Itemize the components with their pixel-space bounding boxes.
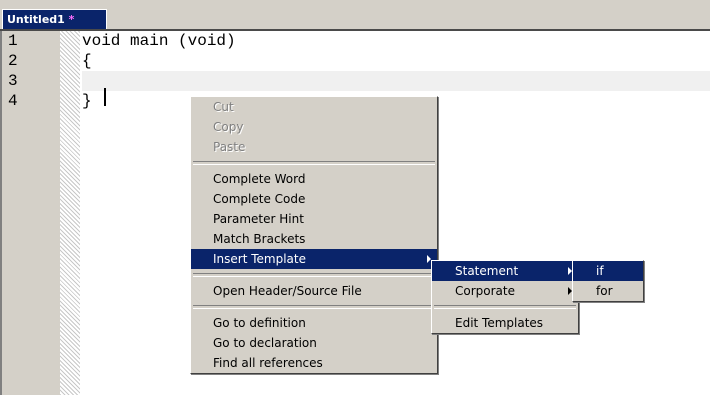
tab-strip: Untitled1 * <box>0 0 710 31</box>
menu-separator <box>193 273 435 277</box>
line-number: 1 <box>8 32 18 50</box>
menu-item-match-brackets[interactable]: Match Brackets <box>191 229 437 249</box>
statement-submenu: if for <box>572 260 644 302</box>
menu-item-edit-templates[interactable]: Edit Templates <box>432 313 578 333</box>
code-line[interactable]: void main (void) <box>82 31 710 51</box>
menu-separator <box>193 161 435 165</box>
menu-item-corporate[interactable]: Corporate <box>432 281 578 301</box>
tab-untitled1[interactable]: Untitled1 * <box>2 9 107 29</box>
menu-item-cut[interactable]: Cut <box>191 97 437 117</box>
tab-title: Untitled1 <box>7 13 65 26</box>
menu-separator <box>434 305 576 309</box>
line-number: 4 <box>8 92 18 110</box>
menu-item-find-all-references[interactable]: Find all references <box>191 353 437 373</box>
line-number: 2 <box>8 52 18 70</box>
menu-item-go-to-definition[interactable]: Go to definition <box>191 313 437 333</box>
modified-marker: * <box>64 13 75 26</box>
menu-item-copy[interactable]: Copy <box>191 117 437 137</box>
menu-item-go-to-declaration[interactable]: Go to declaration <box>191 333 437 353</box>
menu-item-paste[interactable]: Paste <box>191 137 437 157</box>
code-line-current[interactable] <box>82 71 710 91</box>
menu-item-statement[interactable]: Statement <box>432 261 578 281</box>
fold-margin <box>60 31 80 395</box>
menu-item-open-header-source[interactable]: Open Header/Source File <box>191 281 437 301</box>
statement-label: Statement <box>455 264 519 278</box>
corporate-label: Corporate <box>455 284 515 298</box>
menu-item-complete-word[interactable]: Complete Word <box>191 169 437 189</box>
menu-item-if[interactable]: if <box>573 261 643 281</box>
menu-separator <box>193 305 435 309</box>
menu-item-insert-template[interactable]: Insert Template <box>191 249 437 269</box>
menu-item-complete-code[interactable]: Complete Code <box>191 189 437 209</box>
insert-template-label: Insert Template <box>213 252 306 266</box>
menu-item-for[interactable]: for <box>573 281 643 301</box>
context-menu: Cut Copy Paste Complete Word Complete Co… <box>190 96 438 374</box>
text-caret <box>104 88 106 106</box>
line-number-gutter: 1 2 3 4 <box>2 31 60 395</box>
template-submenu: Statement Corporate Edit Templates <box>431 260 579 334</box>
line-number: 3 <box>8 72 18 90</box>
menu-item-parameter-hint[interactable]: Parameter Hint <box>191 209 437 229</box>
code-line[interactable]: { <box>82 51 710 71</box>
